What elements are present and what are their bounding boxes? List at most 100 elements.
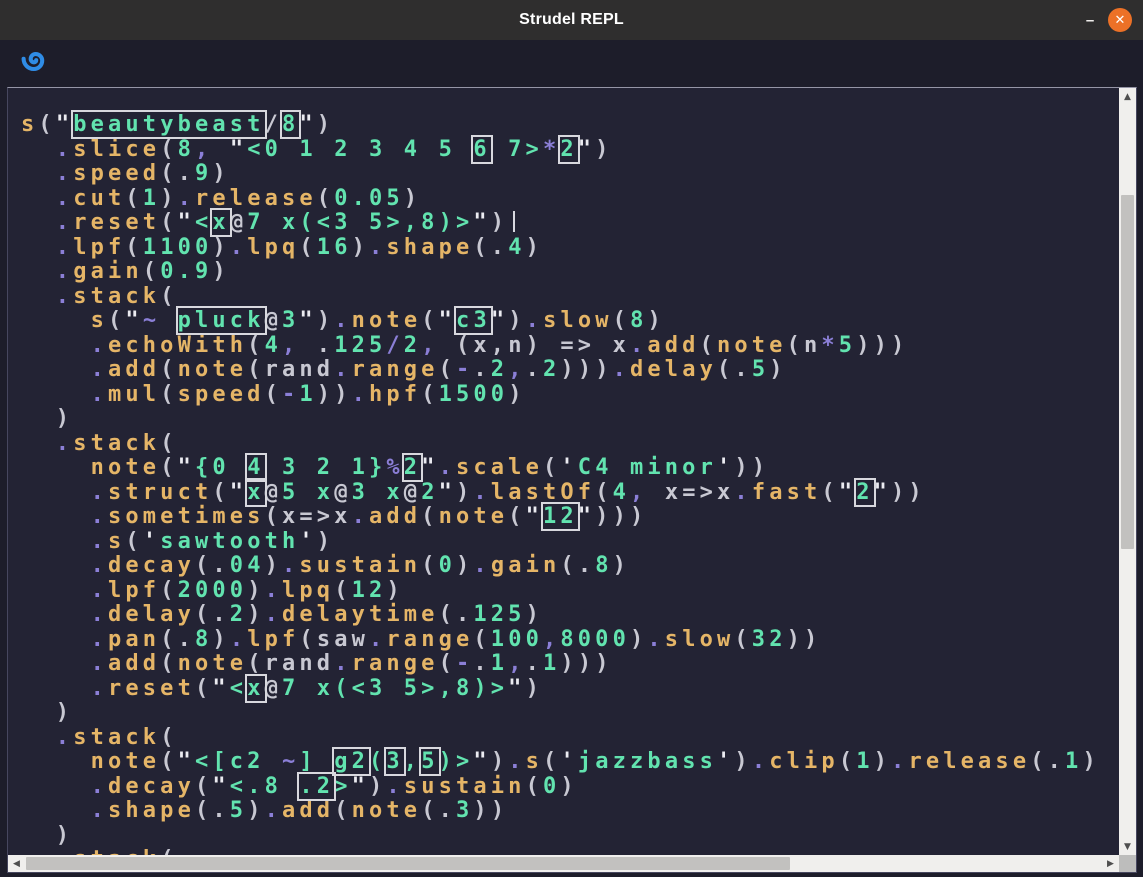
code-line[interactable]: .sometimes(x=>x.add(note("12"))): [21, 505, 1119, 530]
code-token: 5: [752, 357, 769, 382]
code-line[interactable]: .decay("<.8 .2>").sustain(0): [21, 775, 1119, 800]
vertical-scrollbar[interactable]: ▲ ▼: [1119, 88, 1136, 855]
code-area[interactable]: s("beautybeast/8") .slice(8, "<0 1 2 3 4…: [8, 88, 1119, 855]
code-token: ~: [282, 749, 299, 774]
code-line[interactable]: .stack(: [21, 848, 1119, 855]
code-token: sustain: [404, 774, 526, 799]
code-line[interactable]: .mul(speed(-1)).hpf(1500): [21, 383, 1119, 408]
code-line[interactable]: note("<[c2 ~] g2(3,5)>").s('jazzbass').c…: [21, 750, 1119, 775]
code-line[interactable]: .speed(.9): [21, 162, 1119, 187]
code-line[interactable]: .add(note(rand.range(-.2,.2))).delay(.5): [21, 358, 1119, 383]
scroll-up-button[interactable]: ▲: [1119, 88, 1136, 105]
strudel-logo[interactable]: [19, 45, 51, 77]
code-token: pan: [108, 627, 160, 652]
code-line[interactable]: .reset("<x@7 x(<3 5>,8)>"): [21, 677, 1119, 702]
code-token: /: [386, 333, 403, 358]
code-token: s: [526, 749, 543, 774]
code-line[interactable]: .add(note(rand.range(-.1,.1))): [21, 652, 1119, 677]
code-token: 1500: [439, 382, 509, 407]
code-token: 7 x(<3 5>,8)>: [282, 676, 508, 701]
active-token: 2: [856, 480, 873, 505]
scroll-right-button[interactable]: ▶: [1102, 855, 1119, 872]
code-token: range: [352, 651, 439, 676]
code-line[interactable]: .gain(0.9): [21, 260, 1119, 285]
code-token: [647, 480, 664, 505]
code-line[interactable]: .slice(8, "<0 1 2 3 4 5 6 7>*2"): [21, 138, 1119, 163]
code-token: .: [369, 235, 386, 260]
code-token: .: [212, 602, 229, 627]
code-token: .: [265, 798, 282, 823]
code-line[interactable]: .delay(.2).delaytime(.125): [21, 603, 1119, 628]
code-token: add: [647, 333, 699, 358]
vertical-scrollbar-thumb[interactable]: [1121, 195, 1134, 549]
code-token: .: [91, 480, 108, 505]
code-token: 1: [143, 186, 160, 211]
code-token: (: [717, 357, 734, 382]
code-line[interactable]: .s('sawtooth'): [21, 530, 1119, 555]
code-token: (: [125, 529, 142, 554]
code-token: ": [230, 480, 247, 505]
code-token: (: [787, 333, 804, 358]
code-token: ]: [299, 749, 334, 774]
code-line[interactable]: .shape(.5).add(note(.3)): [21, 799, 1119, 824]
minimize-button[interactable]: –: [1073, 0, 1107, 40]
code-line[interactable]: ): [21, 824, 1119, 849]
code-line[interactable]: .lpf(2000).lpq(12): [21, 579, 1119, 604]
code-token: x=>x: [665, 480, 735, 505]
code-token: (: [160, 210, 177, 235]
code-token: (: [299, 627, 316, 652]
horizontal-scrollbar-thumb[interactable]: [26, 857, 790, 870]
code-line[interactable]: .echoWith(4, .125/2, (x,n) => x.add(note…: [21, 334, 1119, 359]
code-token: .: [91, 774, 108, 799]
horizontal-scrollbar[interactable]: ◀ ▶: [8, 855, 1119, 872]
code-token: .: [212, 798, 229, 823]
close-button[interactable]: ✕: [1105, 0, 1135, 40]
code-line[interactable]: ): [21, 701, 1119, 726]
code-token: 2000: [178, 578, 248, 603]
code-token: struct: [108, 480, 212, 505]
scroll-down-button[interactable]: ▼: [1119, 838, 1136, 855]
code-token: saw: [317, 627, 369, 652]
code-token: ": [491, 308, 508, 333]
code-token: .: [56, 847, 73, 855]
code-token: 0.9: [160, 259, 212, 284]
code-token: delay: [108, 602, 195, 627]
code-token: .: [734, 357, 751, 382]
code-token: .: [56, 284, 73, 309]
code-token: 125: [334, 333, 386, 358]
code-line[interactable]: s("beautybeast/8"): [21, 113, 1119, 138]
code-token: fast: [752, 480, 822, 505]
code-token: [21, 284, 56, 309]
code-line[interactable]: .pan(.8).lpf(saw.range(100,8000).slow(32…: [21, 628, 1119, 653]
code-token: ': [299, 529, 316, 554]
code-token: [21, 455, 91, 480]
code-token: (: [160, 847, 177, 855]
close-icon: ✕: [1108, 8, 1132, 32]
scroll-left-button[interactable]: ◀: [8, 855, 25, 872]
code-token: [21, 308, 91, 333]
code-line[interactable]: s("~ pluck@3").note("c3").slow(8): [21, 309, 1119, 334]
code-line[interactable]: .cut(1).release(0.05): [21, 187, 1119, 212]
code-token: ,: [282, 333, 299, 358]
code-line[interactable]: ): [21, 407, 1119, 432]
code-line[interactable]: .decay(.04).sustain(0).gain(.8): [21, 554, 1119, 579]
code-line[interactable]: .stack(: [21, 285, 1119, 310]
code-token: 1: [491, 651, 508, 676]
code-line[interactable]: .reset("<x@7 x(<3 5>,8)>"): [21, 211, 1119, 236]
code-line[interactable]: .stack(: [21, 726, 1119, 751]
code-token: ): [56, 700, 73, 725]
scroll-right-icon: ▶: [1107, 859, 1114, 869]
code-token: note: [91, 455, 161, 480]
code-line[interactable]: note("{0 4 3 2 1}%2".scale('C4 minor')): [21, 456, 1119, 481]
code-token: .: [91, 798, 108, 823]
code-line[interactable]: .lpf(1100).lpq(16).shape(.4): [21, 236, 1119, 261]
code-line[interactable]: .stack(: [21, 432, 1119, 457]
code-token: s: [91, 308, 108, 333]
code-token: range: [352, 357, 439, 382]
text-caret: [513, 211, 515, 232]
scrollbar-corner: [1119, 855, 1136, 872]
code-token: s: [21, 112, 38, 137]
code-token: sawtooth: [160, 529, 299, 554]
code-line[interactable]: .struct("x@5 x@3 x@2").lastOf(4, x=>x.fa…: [21, 481, 1119, 506]
code-token: 9: [195, 161, 212, 186]
